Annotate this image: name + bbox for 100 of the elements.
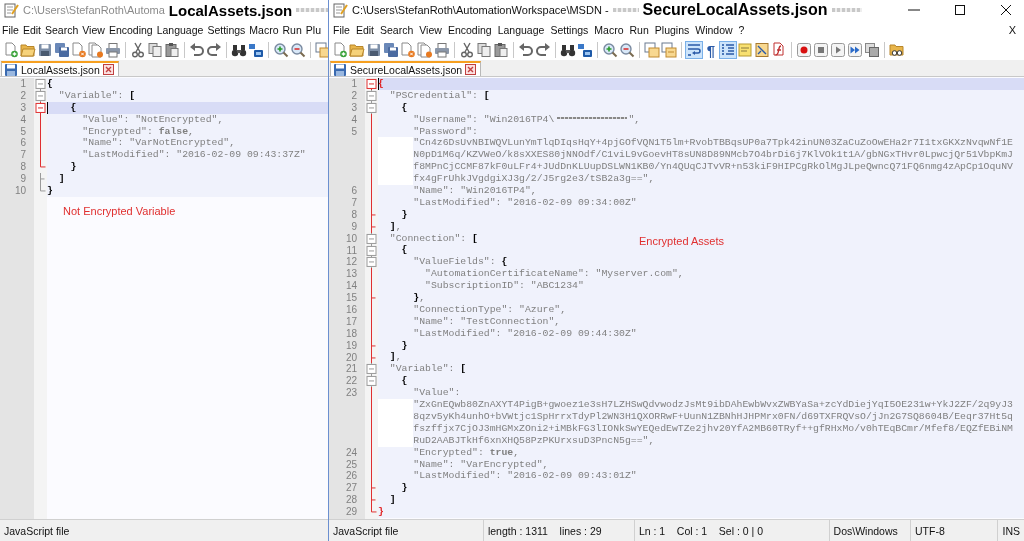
menu-item[interactable]: Macro: [247, 24, 281, 36]
collapse-icon[interactable]: [365, 78, 378, 90]
menu-item[interactable]: Plu: [303, 24, 323, 36]
collapse-icon[interactable]: [34, 78, 47, 90]
close-document-button[interactable]: X: [1008, 24, 1024, 36]
menu-item[interactable]: Search: [43, 24, 81, 36]
line-number: 7: [19, 149, 27, 162]
collapse-icon[interactable]: [34, 101, 47, 114]
menu-item[interactable]: File: [0, 24, 21, 36]
record-icon: [796, 42, 812, 58]
line-number: 2: [19, 89, 27, 102]
toolbar-button[interactable]: [54, 42, 70, 58]
toolbar-button[interactable]: [493, 42, 509, 58]
note-icon: [737, 42, 753, 58]
collapse-icon[interactable]: [365, 244, 378, 257]
line-number: 11: [345, 244, 358, 257]
close-icon[interactable]: [998, 2, 1014, 18]
line-number: 20: [344, 351, 358, 364]
toolbar-button[interactable]: [771, 42, 787, 58]
menu-item[interactable]: ?: [735, 24, 748, 36]
menu-item[interactable]: Search: [377, 24, 417, 36]
redo-icon: [535, 42, 551, 58]
menu-item[interactable]: Language: [154, 24, 206, 36]
menu-item[interactable]: Edit: [20, 24, 43, 36]
line-number: 16: [344, 303, 358, 316]
folder-glasses-icon: [889, 42, 905, 58]
toolbar-button[interactable]: [248, 42, 264, 58]
menu-item[interactable]: Macro: [591, 24, 627, 36]
maximize-icon[interactable]: [952, 2, 968, 18]
collapse-icon[interactable]: [365, 89, 378, 102]
menu-item[interactable]: Run: [280, 24, 304, 36]
toolbar-button[interactable]: [231, 42, 247, 58]
menu-item[interactable]: Window: [692, 24, 736, 36]
stop-icon: [813, 42, 829, 58]
line-number: 4: [350, 113, 358, 126]
line-number: 25: [344, 458, 358, 471]
status-text: UTF-8: [911, 520, 999, 541]
menu-item[interactable]: Plugins: [651, 24, 693, 36]
toolbar-button[interactable]: [206, 42, 222, 58]
line-number: 17: [344, 315, 358, 328]
collapse-icon[interactable]: [365, 375, 378, 388]
annotation-label: Not Encrypted Variable: [63, 205, 176, 217]
toolbar-button[interactable]: [459, 42, 475, 58]
printer-icon: [434, 42, 450, 58]
line-number: 3: [19, 101, 27, 114]
toolbar-button[interactable]: ¶: [703, 42, 719, 58]
line-number: 8: [350, 208, 358, 221]
scissors-icon: [130, 42, 146, 58]
collapse-icon[interactable]: [365, 101, 378, 114]
line-number: 27: [344, 482, 358, 495]
annotation-label: SecureLocalAssets.json: [642, 1, 828, 19]
toolbar-button[interactable]: [366, 42, 382, 58]
menu-item[interactable]: Encoding: [444, 24, 495, 36]
zoom-in-icon: [602, 42, 618, 58]
clipboard-icon: [164, 42, 180, 58]
toolbar-button[interactable]: [37, 42, 53, 58]
file-tab[interactable]: LocalAssets.json: [1, 61, 119, 76]
collapse-icon[interactable]: [34, 89, 47, 102]
line-number: 24: [344, 446, 358, 459]
disks-icon: [383, 42, 399, 58]
tab-close-icon[interactable]: [102, 64, 114, 75]
menu-item[interactable]: File: [330, 24, 353, 36]
zoom-out-icon: [290, 42, 306, 58]
collapse-icon[interactable]: [365, 256, 378, 269]
status-text: Dos\Windows: [829, 520, 912, 541]
binoculars-icon: [560, 42, 576, 58]
windows-icon: [661, 42, 677, 58]
toolbar-button[interactable]: [889, 42, 905, 58]
indent-guide-icon: [720, 42, 736, 58]
line-number: 6: [350, 185, 358, 197]
line-number: 10: [13, 185, 27, 197]
line-number: 1: [19, 78, 27, 90]
toolbar-button[interactable]: [130, 42, 146, 58]
tab-close-icon[interactable]: [465, 64, 477, 75]
line-number: 3: [350, 101, 358, 114]
toolbar-button[interactable]: [518, 42, 534, 58]
toolbar-button[interactable]: [189, 42, 205, 58]
collapse-icon[interactable]: [365, 232, 378, 245]
toolbar-button[interactable]: [560, 42, 576, 58]
toolbar-button[interactable]: [383, 42, 399, 58]
toolbar-button[interactable]: [577, 42, 593, 58]
copy-icon: [147, 42, 163, 58]
menu-item[interactable]: Edit: [352, 24, 377, 36]
menu-item[interactable]: Settings: [547, 24, 592, 36]
menu-item[interactable]: View: [416, 24, 445, 36]
menu-item[interactable]: View: [80, 24, 107, 36]
file-tab[interactable]: SecureLocalAssets.json: [330, 61, 482, 76]
collapse-icon[interactable]: [365, 363, 378, 376]
status-text: INS: [1001, 523, 1021, 539]
line-number: 10: [344, 232, 358, 245]
toolbar-button[interactable]: [864, 42, 880, 58]
menu-item[interactable]: Settings: [205, 24, 248, 36]
menu-item[interactable]: Run: [626, 24, 652, 36]
line-number: 13: [344, 268, 358, 281]
line-number: 4: [19, 113, 27, 126]
toolbar-button[interactable]: [535, 42, 551, 58]
toolbar-button[interactable]: [754, 42, 770, 58]
toolbar-button[interactable]: [164, 42, 180, 58]
menu-item[interactable]: Language: [494, 24, 548, 36]
menu-item[interactable]: Encoding: [106, 24, 155, 36]
